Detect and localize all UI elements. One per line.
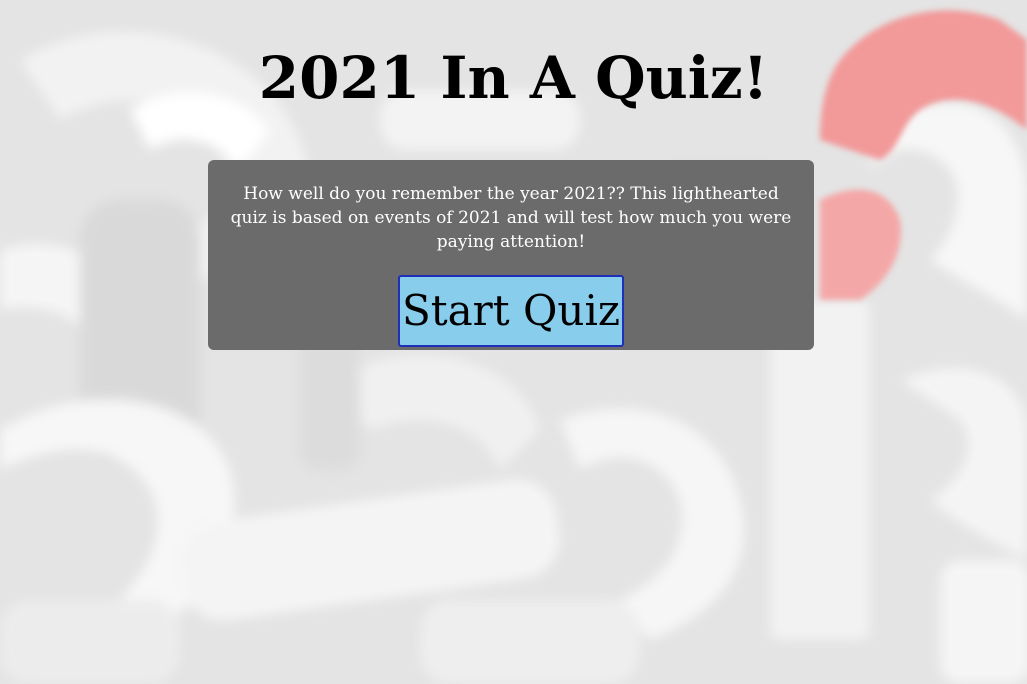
start-quiz-button[interactable]: Start Quiz <box>398 275 624 347</box>
page-title: 2021 In A Quiz! <box>258 44 769 112</box>
intro-card: How well do you remember the year 2021??… <box>208 160 814 350</box>
intro-text: How well do you remember the year 2021??… <box>230 184 792 252</box>
